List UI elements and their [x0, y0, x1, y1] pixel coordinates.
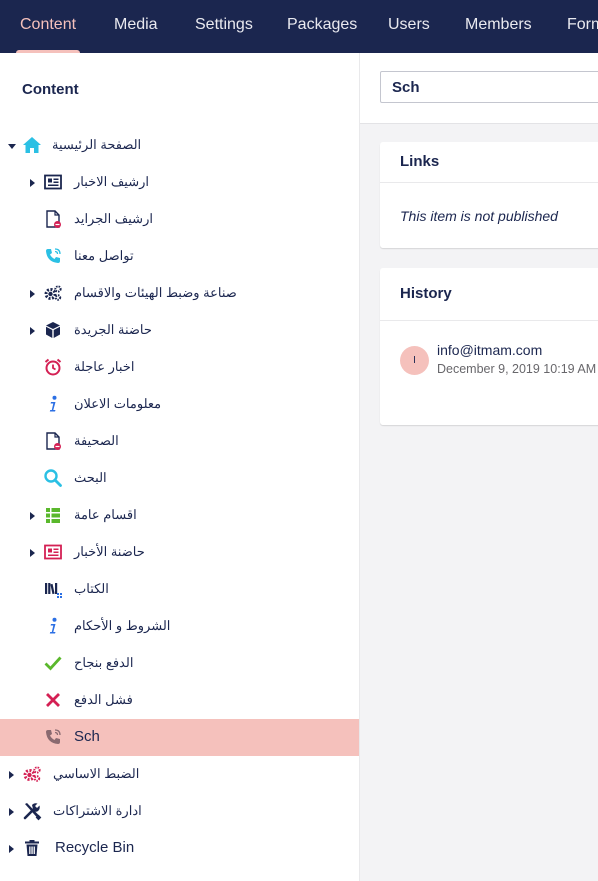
phone-icon: [43, 246, 63, 266]
expand-caret-icon[interactable]: [30, 179, 35, 187]
search-icon: [43, 468, 63, 488]
expand-caret-icon[interactable]: [9, 771, 14, 779]
grid-list-icon: [43, 505, 63, 525]
tree-node-label: تواصل معنا: [74, 248, 134, 263]
not-published-text: This item is not published: [400, 208, 558, 224]
tree-node-news-archive[interactable]: ارشيف الاخبار: [0, 164, 359, 201]
unpublished-document-icon: [43, 209, 63, 229]
tree-node-label: اخبار عاجلة: [74, 359, 135, 374]
tree-node-label: Recycle Bin: [55, 839, 135, 856]
tree-node-subscriptions[interactable]: ادارة الاشتراكات: [0, 793, 359, 830]
editor-header: Sch: [360, 53, 598, 124]
tree-node-basic-settings[interactable]: الضبط الاساسي: [0, 756, 359, 793]
settings-gears-icon: [43, 283, 63, 303]
box-icon: [43, 320, 63, 340]
tree-node-recycle-bin[interactable]: Recycle Bin: [0, 830, 359, 867]
checkmark-icon: [43, 653, 63, 673]
expand-caret-icon[interactable]: [30, 290, 35, 298]
tree-node-label: حاضنة الأخبار: [74, 544, 145, 559]
history-title: History: [400, 285, 452, 302]
links-title: Links: [400, 153, 440, 170]
tree-node-label: الضبط الاساسي: [53, 766, 140, 781]
tree-node-label: الدفع بنجاح: [74, 655, 134, 670]
tree-node-sch[interactable]: Sch: [0, 719, 359, 756]
history-date: December 9, 2019 10:19 AM: [437, 362, 597, 376]
tree-node-payment-success[interactable]: الدفع بنجاح: [0, 645, 359, 682]
tree-node-label: معلومات الاعلان: [74, 396, 162, 411]
unpublished-document-icon: [43, 431, 63, 451]
tree-node-books[interactable]: الكتاب: [0, 571, 359, 608]
tree-node-newspaper[interactable]: الصحيفة: [0, 423, 359, 460]
tree-node-label: الصحيفة: [74, 433, 119, 448]
divider: [380, 320, 598, 321]
top-navigation: Content Media Settings Packages Users Me…: [0, 0, 598, 53]
history-box: History I info@itmam.com December 9, 201…: [380, 268, 598, 425]
tree-node-news-incubator[interactable]: حاضنة الأخبار: [0, 534, 359, 571]
newspaper-red-icon: [43, 542, 63, 562]
newspaper-icon: [43, 172, 63, 192]
tree-node-general-sections[interactable]: اقسام عامة: [0, 497, 359, 534]
tree-node-payment-failed[interactable]: فشل الدفع: [0, 682, 359, 719]
tree-node-search[interactable]: البحث: [0, 460, 359, 497]
info-icon: [43, 394, 63, 414]
tree-node-label: ارشيف الاخبار: [74, 174, 149, 189]
tab-settings[interactable]: Settings: [195, 0, 253, 53]
tree-node-bodies-sections[interactable]: صناعة وضبط الهيئات والاقسام: [0, 275, 359, 312]
home-icon: [22, 135, 42, 155]
links-box: Links This item is not published: [380, 142, 598, 248]
collapse-caret-icon[interactable]: [8, 144, 16, 149]
expand-caret-icon[interactable]: [30, 549, 35, 557]
tree-title: Content: [22, 81, 79, 98]
tree-node-terms[interactable]: الشروط و الأحكام: [0, 608, 359, 645]
tree-node-newspaper-incubator[interactable]: حاضنة الجريدة: [0, 312, 359, 349]
tree-node-label: اقسام عامة: [74, 507, 137, 522]
divider: [380, 182, 598, 183]
tree-node-label: الصفحة الرئيسية: [52, 137, 142, 152]
expand-caret-icon[interactable]: [30, 327, 35, 335]
expand-caret-icon[interactable]: [30, 512, 35, 520]
tree-node-label: البحث: [74, 470, 107, 485]
cross-icon: [43, 690, 63, 710]
tab-content[interactable]: Content: [16, 0, 81, 53]
tree-node-label: فشل الدفع: [74, 692, 133, 707]
tree-node-label: الشروط و الأحكام: [74, 618, 171, 633]
tree-node-home[interactable]: الصفحة الرئيسية: [0, 127, 359, 164]
expand-caret-icon[interactable]: [9, 808, 14, 816]
tab-packages[interactable]: Packages: [287, 0, 357, 53]
editor-panel: Sch Links This item is not published His…: [360, 53, 598, 881]
tab-users[interactable]: Users: [388, 0, 430, 53]
tree-node-label: ادارة الاشتراكات: [53, 803, 142, 818]
settings-gears-red-icon: [22, 764, 42, 784]
tab-members[interactable]: Members: [465, 0, 532, 53]
phone-icon: [43, 727, 63, 747]
tree-node-label: الكتاب: [74, 581, 109, 596]
tree-node-label: صناعة وضبط الهيئات والاقسام: [74, 285, 237, 300]
books-icon: [43, 579, 63, 599]
content-tree-panel: Content الصفحة الرئيسية ارشيف الاخبار ار…: [0, 53, 360, 881]
trash-icon: [22, 838, 42, 858]
tree-node-breaking-news[interactable]: اخبار عاجلة: [0, 349, 359, 386]
tree-node-label: Sch: [74, 728, 100, 745]
tab-forms[interactable]: Forms: [567, 0, 598, 53]
tree-node-ad-info[interactable]: معلومات الاعلان: [0, 386, 359, 423]
history-user: info@itmam.com: [437, 342, 543, 358]
tree-node-label: ارشيف الجرايد: [74, 211, 153, 226]
info-icon: [43, 616, 63, 636]
tools-icon: [22, 801, 42, 821]
tab-media[interactable]: Media: [114, 0, 158, 53]
tree-node-contact-us[interactable]: تواصل معنا: [0, 238, 359, 275]
alarm-clock-icon: [43, 357, 63, 377]
node-name-input[interactable]: Sch: [380, 71, 598, 103]
tree-node-newspapers-archive[interactable]: ارشيف الجرايد: [0, 201, 359, 238]
expand-caret-icon[interactable]: [9, 845, 14, 853]
tree-node-label: حاضنة الجريدة: [74, 322, 152, 337]
avatar: I: [400, 346, 429, 375]
